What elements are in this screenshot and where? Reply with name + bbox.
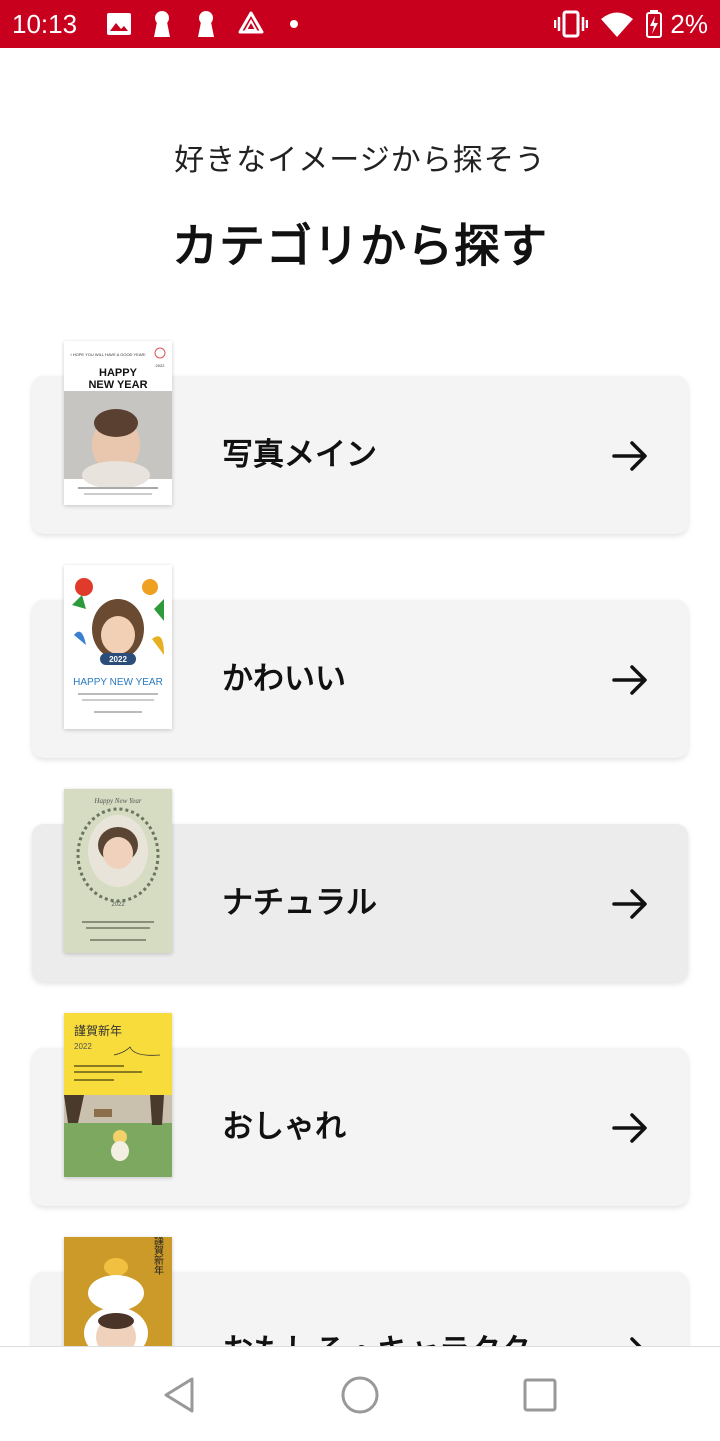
recents-icon[interactable] [518, 1373, 562, 1417]
arrow-right-icon [612, 1113, 647, 1143]
arrow-right-icon [612, 665, 647, 695]
drive-icon [238, 11, 264, 34]
category-label: 写真メイン [222, 437, 377, 473]
page-title: カテゴリから探す [172, 219, 548, 273]
card-photo-image: I HOPE YOU WILL HAVE A GOOD YEAR! 2022 H… [64, 341, 172, 505]
battery-low-icon [646, 10, 662, 38]
thumb-vertical-text: 謹賀新年 [152, 1237, 164, 1276]
category-thumbnail: 謹賀新年 2022 [64, 1013, 172, 1177]
home-icon[interactable] [338, 1373, 382, 1417]
thumb-year: 2022 [111, 902, 125, 908]
arrow-right-icon [612, 889, 647, 919]
status-time: 10:13 [12, 9, 78, 39]
dot-icon [290, 20, 298, 28]
category-thumbnail: Happy New Year 2022 [64, 789, 172, 953]
thumb-headline: HAPPY NEW YEAR [73, 677, 163, 688]
card-cute-image: 2022 HAPPY NEW YEAR [64, 565, 172, 729]
thumb-headline-2: NEW YEAR [88, 379, 147, 391]
thumb-script: Happy New Year [93, 797, 141, 805]
category-label: おしゃれ [222, 1109, 346, 1145]
card-natural-image: Happy New Year 2022 [64, 789, 172, 953]
image-icon [107, 13, 131, 35]
arrow-right-icon [612, 441, 647, 471]
category-label: かわいい [222, 661, 346, 697]
system-nav-bar [0, 1346, 720, 1441]
category-thumbnail: 2022 HAPPY NEW YEAR [64, 565, 172, 729]
page-subtitle: 好きなイメージから探そう [174, 143, 546, 178]
keyhole-icon [154, 11, 170, 37]
wifi-icon [601, 12, 633, 37]
card-stylish-image: 謹賀新年 2022 [64, 1013, 172, 1177]
category-label: ナチュラル [222, 885, 377, 921]
thumb-top-text: I HOPE YOU WILL HAVE A GOOD YEAR! [71, 352, 146, 357]
status-bar: 10:13 2% [0, 0, 720, 48]
thumb-badge: 2022 [109, 655, 127, 664]
thumb-heading: 謹賀新年 [74, 1023, 122, 1038]
keyhole-icon [198, 11, 214, 37]
back-icon[interactable] [158, 1373, 202, 1417]
thumb-year: 2022 [156, 363, 166, 368]
thumb-headline-1: HAPPY [99, 367, 138, 379]
battery-percent: 2% [670, 9, 708, 39]
vibrate-icon [554, 10, 588, 38]
category-thumbnail: I HOPE YOU WILL HAVE A GOOD YEAR! 2022 H… [64, 341, 172, 505]
thumb-year: 2022 [74, 1042, 92, 1051]
